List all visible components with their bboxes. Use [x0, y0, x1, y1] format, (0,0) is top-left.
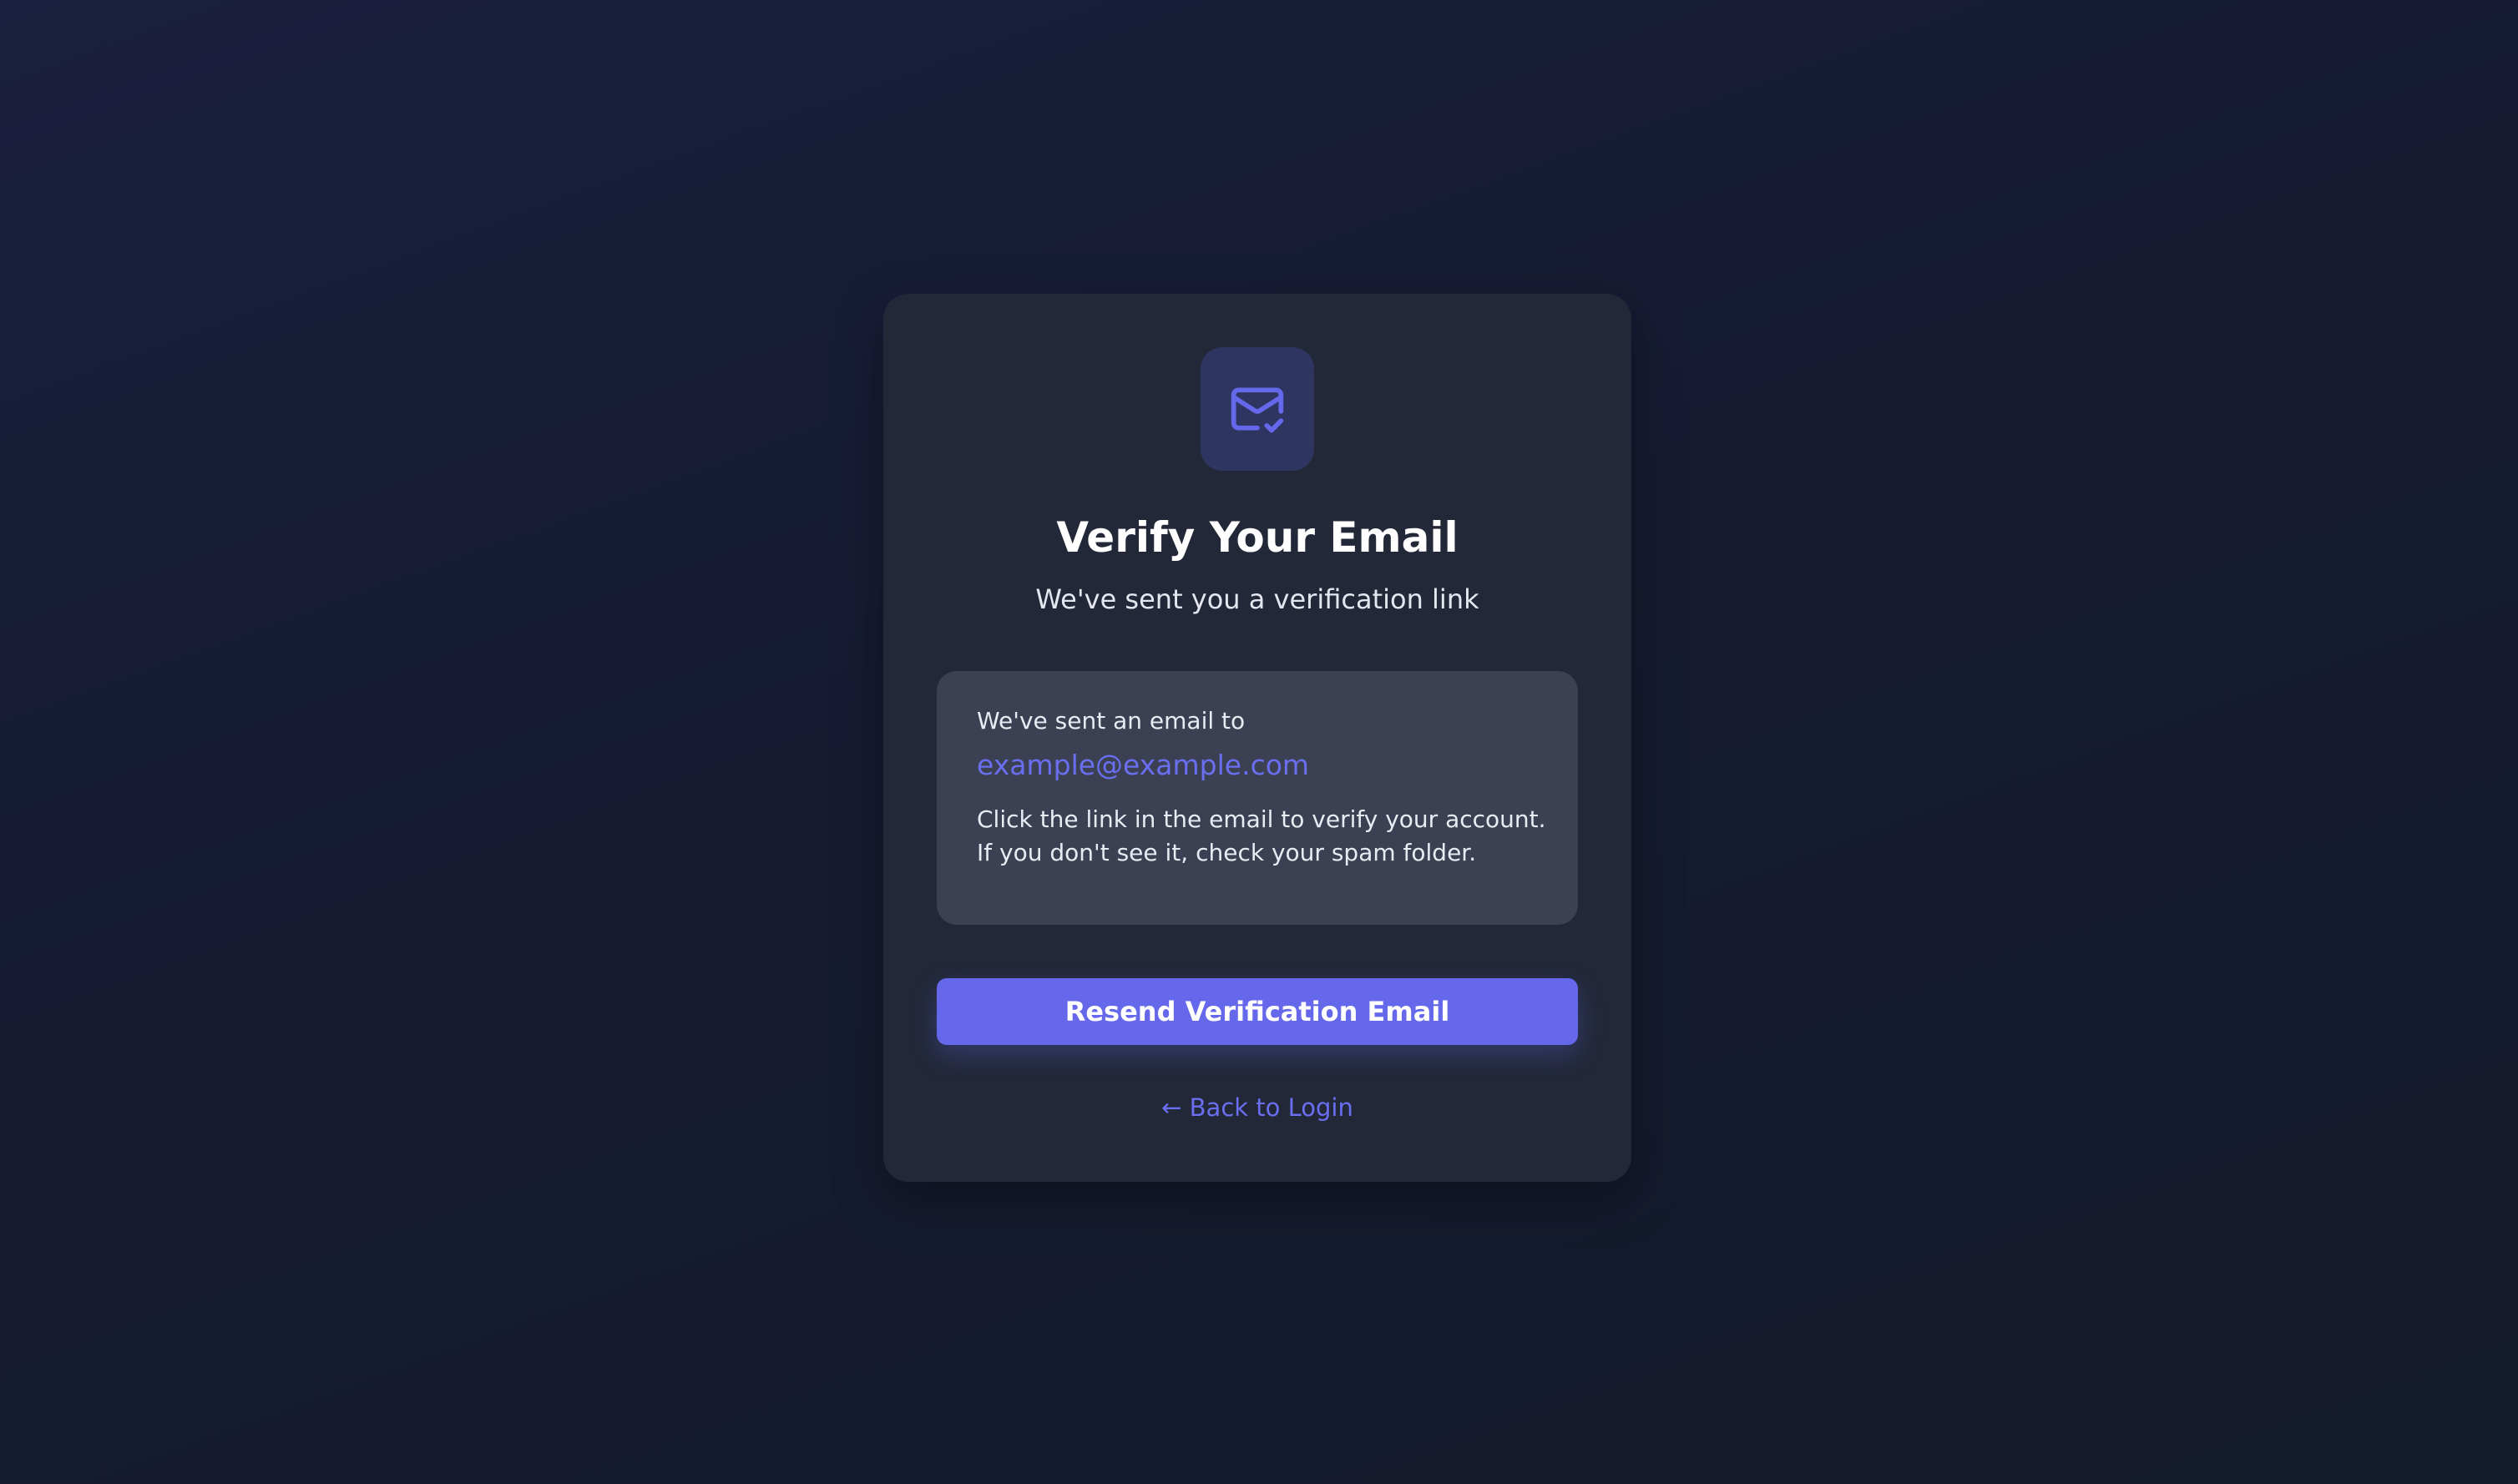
mail-check-icon-glyph	[1231, 387, 1284, 433]
mail-check-icon	[1201, 347, 1314, 471]
instruction-line-1: Click the link in the email to verify yo…	[977, 805, 1546, 833]
back-to-login-link[interactable]: ← Back to Login	[883, 1088, 1631, 1127]
info-box: We've sent an email to example@example.c…	[937, 671, 1578, 925]
page-subtitle: We've sent you a verification link	[1035, 583, 1479, 615]
back-to-login-label: Back to Login	[1189, 1093, 1353, 1122]
email-address: example@example.com	[977, 749, 1310, 781]
instruction-line-2: If you don't see it, check your spam fol…	[977, 839, 1477, 866]
verify-email-card: Verify Your Email We've sent you a verif…	[883, 294, 1631, 1182]
arrow-left-icon: ←	[1161, 1093, 1182, 1122]
page-title: Verify Your Email	[1056, 513, 1459, 562]
info-intro-text: We've sent an email to	[977, 707, 1246, 734]
resend-verification-button[interactable]: Resend Verification Email	[937, 978, 1578, 1045]
